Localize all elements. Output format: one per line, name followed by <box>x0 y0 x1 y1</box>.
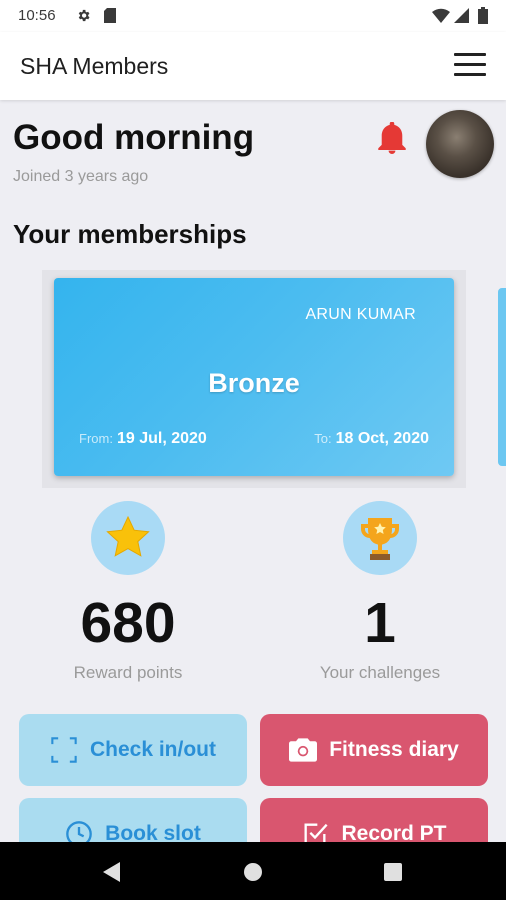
card-from: From: 19 Jul, 2020 <box>79 430 207 448</box>
wifi-icon <box>432 8 450 23</box>
memberships-title: Your memberships <box>13 219 247 249</box>
gear-icon <box>78 9 90 22</box>
system-nav-bar <box>0 842 506 900</box>
status-time: 10:56 <box>18 7 56 24</box>
check-in-out-label: Check in/out <box>89 738 216 761</box>
to-date: 18 Oct, 2020 <box>335 430 429 447</box>
from-date: 19 Jul, 2020 <box>116 430 207 447</box>
card-to: To: 18 Oct, 2020 <box>314 430 429 448</box>
app-title: SHA Members <box>20 53 169 79</box>
challenges-badge <box>343 501 417 575</box>
recents-icon[interactable] <box>383 862 403 882</box>
battery-icon <box>478 7 488 24</box>
star-icon <box>106 515 150 557</box>
signal-icon <box>454 8 469 23</box>
back-icon[interactable] <box>102 862 122 882</box>
membership-card[interactable]: ARUN KUMAR Bronze From: 19 Jul, 2020 To: 1… <box>54 278 454 476</box>
reward-points-value: 680 <box>80 591 176 655</box>
to-label: To: <box>314 431 332 446</box>
home-icon[interactable] <box>243 862 263 882</box>
bell-icon[interactable] <box>378 122 406 154</box>
hamburger-menu-icon[interactable] <box>454 53 488 79</box>
camera-icon <box>289 738 318 762</box>
sd-card-icon <box>104 8 116 23</box>
scan-frame-icon <box>51 737 77 763</box>
check-in-out-button[interactable]: Check in/out <box>19 714 247 786</box>
status-bar: 10:56 <box>0 0 506 32</box>
membership-tier: Bronze <box>208 368 300 398</box>
greeting-heading: Good morning <box>13 118 255 157</box>
challenges-value: 1 <box>364 591 396 655</box>
challenges-label: Your challenges <box>319 663 441 682</box>
avatar[interactable] <box>426 110 494 178</box>
next-membership-card[interactable] <box>498 288 506 466</box>
fitness-diary-button[interactable]: Fitness diary <box>260 714 488 786</box>
reward-points-label: Reward points <box>73 663 183 682</box>
from-label: From: <box>79 431 113 446</box>
joined-subtitle: Joined 3 years ago <box>13 168 149 185</box>
reward-points-badge <box>91 501 165 575</box>
card-holder-name: ARUN KUMAR <box>305 306 416 323</box>
trophy-icon <box>361 518 399 560</box>
app-bar: SHA Members <box>0 32 506 100</box>
fitness-diary-label: Fitness diary <box>329 738 459 761</box>
